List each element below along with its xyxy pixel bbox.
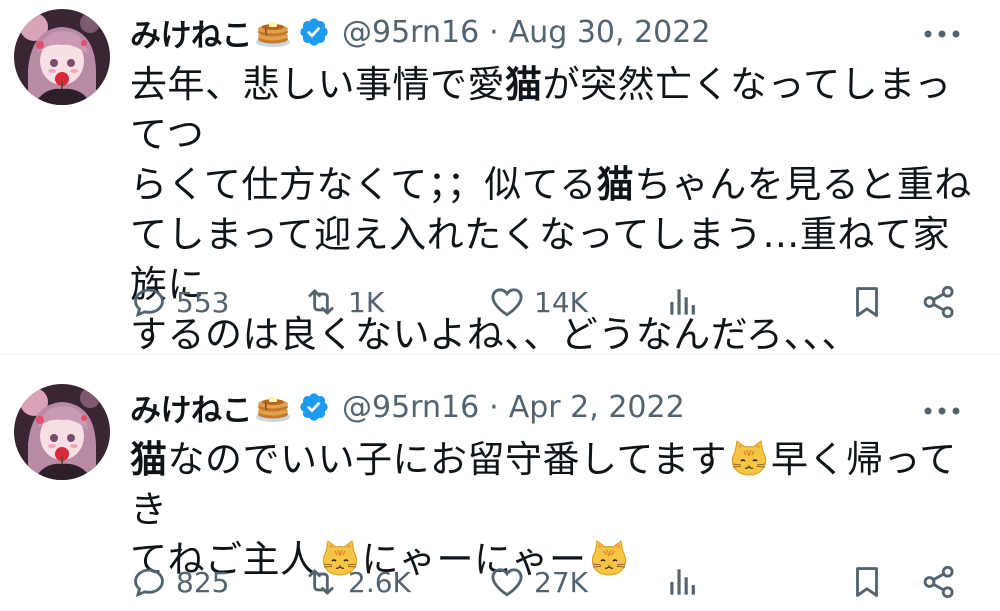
user-handle[interactable]: @95rn16 (342, 390, 479, 425)
retweet-button[interactable]: 2.6K (302, 560, 411, 604)
separator-dot: · (489, 389, 499, 425)
retweet-icon (308, 569, 334, 595)
cat-face-emoji (729, 438, 769, 478)
views-icon (670, 289, 695, 315)
like-count: 27K (534, 565, 588, 599)
views-button[interactable] (664, 280, 702, 324)
more-icon[interactable] (922, 28, 962, 40)
tweet-2[interactable]: みけねこ @95rn16 · Apr 2, 2022 猫なのでいい子にお留守番し… (0, 355, 1000, 611)
highlighted-word: 猫 (130, 438, 168, 481)
like-button[interactable]: 27K (488, 560, 588, 604)
reply-button[interactable]: 825 (130, 560, 229, 604)
share-icon (923, 285, 954, 319)
reply-icon (134, 568, 164, 598)
highlighted-word: 猫 (505, 63, 543, 106)
share-button[interactable] (920, 560, 958, 604)
text-segment: なのでいい子にお留守番してます (167, 438, 728, 481)
text-segment: 去年、悲しい事情で愛 (130, 63, 505, 106)
retweet-button[interactable]: 1K (302, 280, 384, 324)
like-icon (491, 568, 523, 597)
share-button[interactable] (920, 280, 958, 324)
display-name[interactable]: みけねこ (130, 10, 253, 55)
reply-count: 553 (176, 285, 230, 319)
bookmark-icon (856, 567, 878, 597)
reply-button[interactable]: 553 (130, 280, 229, 324)
tweet-date[interactable]: Apr 2, 2022 (509, 390, 685, 425)
tweet-date[interactable]: Aug 30, 2022 (509, 15, 711, 50)
views-icon (670, 569, 695, 595)
tweet-text-line: 去年、悲しい事情で愛猫が突然亡くなってしまってつ (130, 60, 980, 160)
tweet-text-line: らくて仕方なくて；；似てる猫ちゃんを見ると重ね (130, 160, 980, 210)
more-icon[interactable] (922, 405, 962, 417)
tweet-header: みけねこ @95rn16 · Aug 30, 2022 (130, 10, 711, 55)
separator-dot: · (489, 14, 499, 50)
tweet-text-line: 猫なのでいい子にお留守番してます 早く帰ってき (130, 435, 980, 535)
retweet-count: 1K (348, 285, 385, 319)
reply-icon (134, 288, 164, 318)
reply-count: 825 (176, 565, 230, 599)
views-button[interactable] (664, 560, 702, 604)
user-handle[interactable]: @95rn16 (342, 15, 479, 50)
avatar[interactable] (14, 9, 110, 105)
retweet-icon (308, 289, 334, 315)
display-name[interactable]: みけねこ (130, 385, 253, 430)
tweet-actions: 825 2.6K 27K (130, 560, 970, 604)
bookmark-button[interactable] (848, 280, 886, 324)
pancake-icon (254, 391, 292, 423)
like-button[interactable]: 14K (488, 280, 588, 324)
like-icon (491, 288, 523, 317)
text-segment: ちゃんを見ると重ね (634, 163, 972, 206)
bookmark-icon (856, 287, 878, 317)
like-count: 14K (534, 285, 588, 319)
avatar-image (14, 9, 110, 105)
avatar[interactable] (14, 384, 110, 480)
pancake-icon (254, 16, 292, 48)
bookmark-button[interactable] (848, 560, 886, 604)
retweet-count: 2.6K (348, 565, 411, 599)
share-icon (923, 565, 954, 599)
highlighted-word: 猫 (596, 163, 635, 206)
tweet-actions: 553 1K 14K (130, 280, 970, 324)
tweet-1[interactable]: みけねこ @95rn16 · Aug 30, 2022 去年、悲しい事情で愛猫が… (0, 0, 1000, 356)
text-segment: らくて仕方なくて；；似てる (130, 163, 597, 206)
avatar-image (14, 384, 110, 480)
verified-badge-icon[interactable] (298, 16, 330, 48)
tweet-header: みけねこ @95rn16 · Apr 2, 2022 (130, 385, 685, 430)
verified-badge-icon[interactable] (298, 391, 330, 423)
